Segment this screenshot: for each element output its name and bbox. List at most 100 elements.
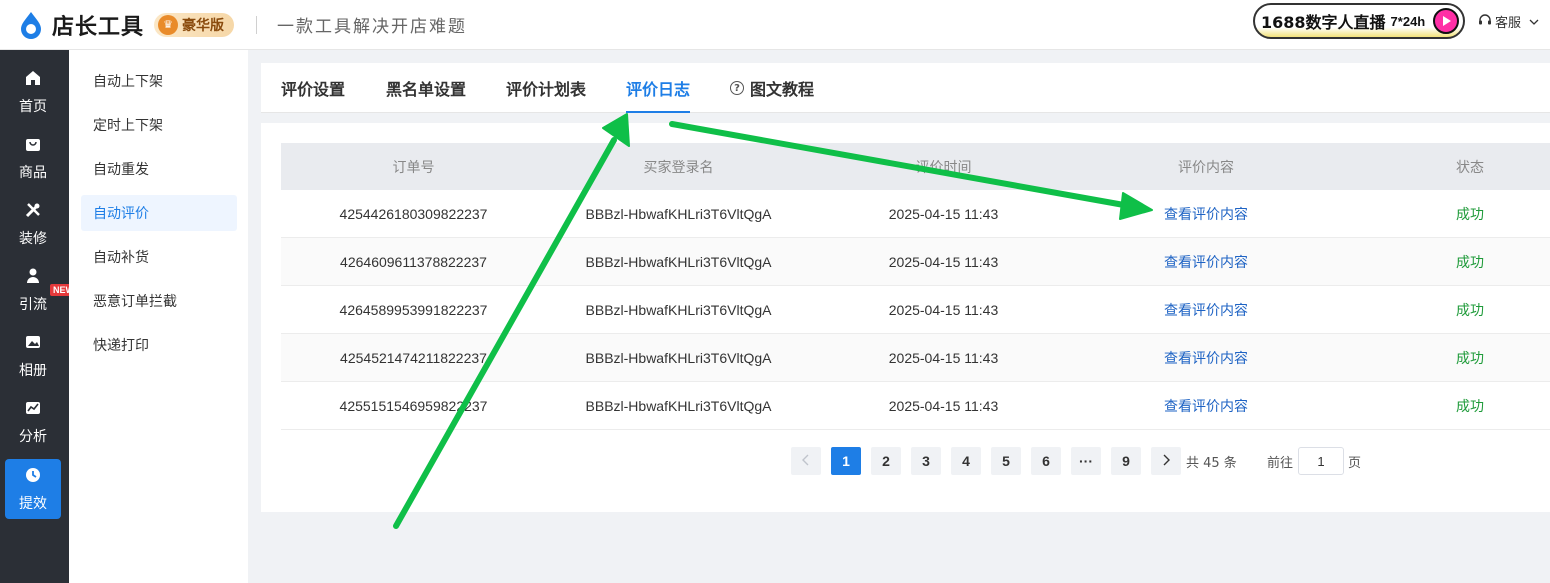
- person-icon: [24, 267, 42, 290]
- column-header-content: 评价内容: [1178, 159, 1234, 176]
- column-header-buyer: 买家登录名: [643, 159, 714, 176]
- tab-tutorial-label: 图文教程: [750, 80, 815, 99]
- submenu-item-auto-repost[interactable]: 自动重发: [81, 151, 237, 187]
- chevron-down-icon: [1529, 14, 1539, 29]
- service-label: 客服: [1495, 16, 1522, 31]
- rail-item-analytics[interactable]: 分析: [5, 392, 61, 452]
- order-id: 4264609611378822237: [340, 253, 487, 270]
- page-button-6[interactable]: 6: [1031, 447, 1061, 475]
- table-row: 4254426180309822237 BBBzl-HbwafKHLri3T6V…: [281, 190, 1550, 238]
- status-text: 成功: [1456, 302, 1484, 319]
- column-header-status: 状态: [1456, 159, 1484, 176]
- logo[interactable]: 店长工具: [16, 9, 144, 41]
- review-time: 2025-04-15 11:43: [888, 205, 999, 222]
- page-suffix: 页: [1348, 455, 1362, 471]
- clock-icon: [24, 466, 42, 489]
- view-review-link[interactable]: 查看评价内容: [1076, 238, 1336, 285]
- submenu-item-express-print[interactable]: 快递打印: [81, 327, 237, 363]
- review-time: 2025-04-15 11:43: [888, 253, 999, 270]
- status-text: 成功: [1456, 254, 1484, 271]
- page-button-5[interactable]: 5: [991, 447, 1021, 475]
- submenu-item-auto-restock[interactable]: 自动补货: [81, 239, 237, 275]
- customer-service-button[interactable]: 客服: [1478, 12, 1539, 31]
- tab-review-settings[interactable]: 评价设置: [281, 63, 345, 113]
- page-button-9[interactable]: 9: [1111, 447, 1141, 475]
- order-id: 4255151546959822237: [339, 397, 488, 414]
- order-id: 4254521474211822237: [340, 349, 487, 366]
- goto-label: 前往: [1267, 455, 1294, 471]
- more-pages-button[interactable]: ···: [1071, 447, 1101, 475]
- submenu-item-order-block[interactable]: 恶意订单拦截: [81, 283, 237, 319]
- home-icon: [24, 69, 42, 92]
- status-text: 成功: [1456, 350, 1484, 367]
- tab-blacklist-settings[interactable]: 黑名单设置: [386, 63, 466, 113]
- tab-tutorial[interactable]: ? 图文教程: [730, 63, 814, 113]
- submenu-item-auto-review[interactable]: 自动评价: [81, 195, 237, 231]
- rail-label: 分析: [19, 428, 47, 445]
- goto-page-input[interactable]: [1298, 447, 1344, 475]
- header-divider: [256, 15, 258, 34]
- tab-review-log[interactable]: 评价日志: [626, 63, 690, 113]
- slogan: 一款工具解决开店难题: [277, 17, 468, 37]
- status-text: 成功: [1456, 398, 1484, 415]
- rail-label: 装修: [19, 230, 47, 247]
- play-icon: [1433, 8, 1459, 34]
- total-count: 共 45 条: [1186, 455, 1237, 471]
- bag-icon: [24, 135, 42, 158]
- rail-item-efficiency[interactable]: 提效: [5, 459, 61, 519]
- submenu-item-auto-listing[interactable]: 自动上下架: [81, 63, 237, 99]
- rail-label: 相册: [19, 362, 47, 379]
- active-tab-indicator: [626, 111, 690, 113]
- table-header: 订单号 买家登录名 评价时间 评价内容 状态: [281, 143, 1550, 190]
- page-button-2[interactable]: 2: [871, 447, 901, 475]
- rail-label: 商品: [19, 164, 47, 181]
- chevron-left-icon: [802, 453, 810, 469]
- crown-icon: ♛: [158, 14, 179, 35]
- rail-item-decorate[interactable]: 装修: [5, 194, 61, 254]
- buyer-name: BBBzl-HbwafKHLri3T6VltQgA: [585, 205, 772, 222]
- top-header: 店长工具 ♛ 豪华版 一款工具解决开店难题 1688数字人直播 7*24h 客服: [0, 0, 1550, 50]
- rail-item-home[interactable]: 首页: [5, 62, 61, 122]
- live-banner-text: 1688数字人直播: [1261, 13, 1386, 32]
- edition-label: 豪华版: [182, 17, 225, 34]
- view-review-link[interactable]: 查看评价内容: [1076, 286, 1336, 333]
- live-hours-text: 7*24h: [1390, 13, 1426, 29]
- main-nav-rail: 首页 商品 装修 引流 相册 分析 提效: [0, 50, 69, 583]
- page-button-3[interactable]: 3: [911, 447, 941, 475]
- view-review-link[interactable]: 查看评价内容: [1076, 334, 1336, 381]
- edition-badge: ♛ 豪华版: [154, 12, 235, 37]
- sub-menu: 自动上下架 定时上下架 自动重发 自动评价 自动补货 恶意订单拦截 快递打印: [69, 50, 248, 583]
- rail-item-products[interactable]: 商品: [5, 128, 61, 188]
- order-id: 4264589953991822237: [339, 301, 488, 318]
- rail-label: 引流: [19, 296, 47, 313]
- review-time: 2025-04-15 11:43: [888, 349, 999, 366]
- status-text: 成功: [1456, 206, 1484, 223]
- submenu-item-scheduled-listing[interactable]: 定时上下架: [81, 107, 237, 143]
- review-time: 2025-04-15 11:43: [888, 397, 999, 414]
- next-page-button[interactable]: [1151, 447, 1181, 475]
- tools-icon: [24, 201, 42, 224]
- view-review-link[interactable]: 查看评价内容: [1076, 190, 1336, 237]
- tab-review-schedule[interactable]: 评价计划表: [506, 63, 586, 113]
- buyer-name: BBBzl-HbwafKHLri3T6VltQgA: [585, 349, 772, 366]
- prev-page-button[interactable]: [791, 447, 821, 475]
- table-row: 4254521474211822237 BBBzl-HbwafKHLri3T6V…: [281, 334, 1550, 382]
- column-header-time: 评价时间: [915, 159, 972, 176]
- buyer-name: BBBzl-HbwafKHLri3T6VltQgA: [585, 301, 772, 318]
- help-icon: ?: [730, 81, 744, 95]
- app-title: 店长工具: [52, 14, 145, 40]
- headset-icon: [1478, 13, 1492, 30]
- page-button-4[interactable]: 4: [951, 447, 981, 475]
- chevron-right-icon: [1162, 453, 1170, 469]
- logo-drop-icon: [16, 10, 46, 40]
- view-review-link[interactable]: 查看评价内容: [1076, 382, 1336, 429]
- buyer-name: BBBzl-HbwafKHLri3T6VltQgA: [585, 253, 772, 270]
- buyer-name: BBBzl-HbwafKHLri3T6VltQgA: [585, 397, 772, 414]
- chart-icon: [24, 399, 42, 422]
- page-button-1[interactable]: 1: [831, 447, 861, 475]
- table-row: 4264589953991822237 BBBzl-HbwafKHLri3T6V…: [281, 286, 1550, 334]
- rail-label: 提效: [19, 495, 47, 512]
- rail-item-album[interactable]: 相册: [5, 326, 61, 386]
- tab-bar: 评价设置 黑名单设置 评价计划表 评价日志 ? 图文教程: [261, 63, 1550, 113]
- live-stream-banner[interactable]: 1688数字人直播 7*24h: [1253, 3, 1465, 39]
